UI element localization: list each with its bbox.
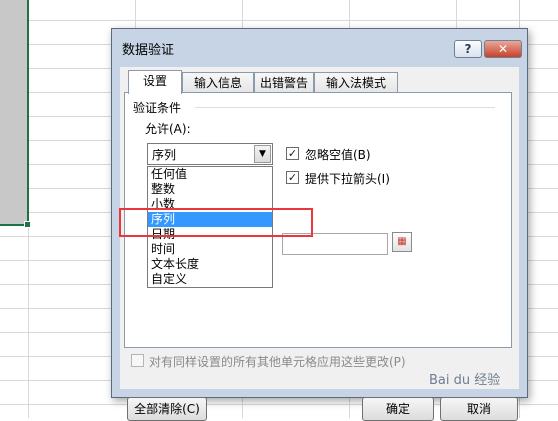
tab-error-alert[interactable]: 出错警告: [254, 72, 314, 92]
ignore-blank-label: 忽略空值(B): [305, 148, 371, 162]
tab-settings[interactable]: 设置: [128, 70, 182, 94]
apply-to-all-checkbox[interactable]: [131, 354, 144, 367]
range-select-icon[interactable]: ▦: [392, 232, 412, 252]
dialog-title: 数据验证: [122, 43, 175, 58]
chevron-down-icon[interactable]: ▼: [254, 145, 271, 163]
ignore-blank-checkbox[interactable]: ✓: [286, 147, 299, 160]
section-divider: [195, 107, 495, 108]
list-item[interactable]: 时间: [148, 242, 272, 257]
in-cell-dropdown-label: 提供下拉箭头(I): [305, 172, 390, 186]
ok-button[interactable]: 确定: [362, 397, 434, 421]
list-item[interactable]: 任何值: [148, 167, 272, 182]
allow-label: 允许(A):: [145, 122, 191, 136]
annotation-highlight-box: [119, 208, 313, 237]
list-item[interactable]: 整数: [148, 182, 272, 197]
help-button[interactable]: ?: [454, 40, 482, 58]
list-item[interactable]: 文本长度: [148, 257, 272, 272]
fill-handle[interactable]: [24, 221, 31, 228]
tab-ime-mode[interactable]: 输入法模式: [314, 72, 398, 92]
allow-combobox-value: 序列: [152, 148, 177, 162]
cancel-button[interactable]: 取消: [440, 397, 518, 421]
clear-all-button[interactable]: 全部清除(C): [127, 397, 207, 421]
selected-cell-range[interactable]: [0, 0, 29, 226]
close-button[interactable]: ✕: [484, 40, 522, 58]
validation-criteria-heading: 验证条件: [133, 101, 182, 115]
watermark: Bai du 经验: [429, 373, 501, 388]
apply-to-all-label: 对有同样设置的所有其他单元格应用这些更改(P): [149, 355, 406, 369]
tab-input-message[interactable]: 输入信息: [182, 72, 254, 92]
in-cell-dropdown-checkbox[interactable]: ✓: [286, 171, 299, 184]
allow-combobox[interactable]: 序列 ▼: [147, 143, 273, 165]
list-item[interactable]: 自定义: [148, 272, 272, 287]
